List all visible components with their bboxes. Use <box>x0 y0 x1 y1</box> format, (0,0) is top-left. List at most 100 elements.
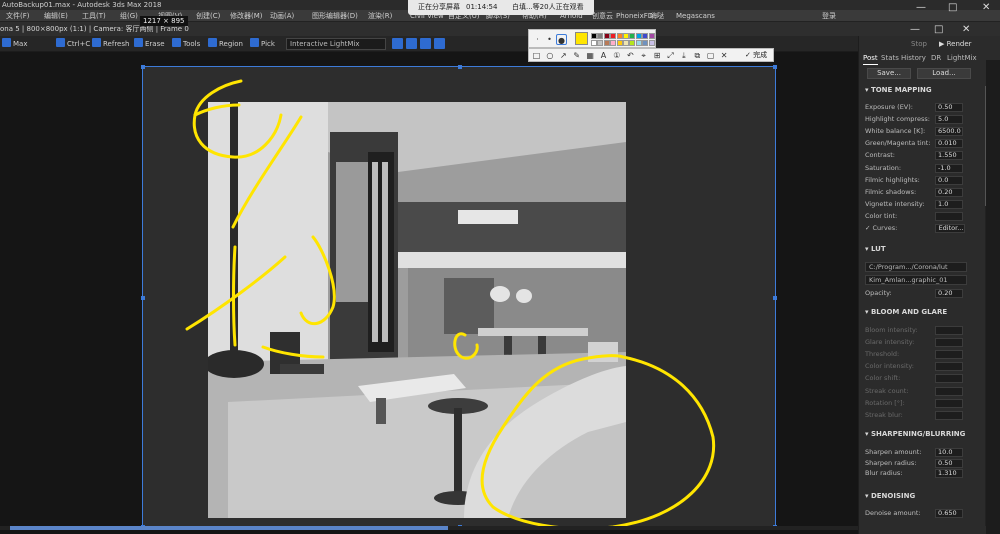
menu-item[interactable]: 文件(F) <box>6 10 30 22</box>
erase-button[interactable]: Erase <box>134 38 165 50</box>
menu-item[interactable]: 渲染(R) <box>368 10 392 22</box>
lut-path-field[interactable]: C:/Program.../Corona/lut <box>865 262 967 272</box>
color-swatch[interactable] <box>591 33 597 39</box>
tools-button[interactable]: Tools <box>172 38 200 50</box>
color-swatch[interactable] <box>648 33 655 39</box>
menu-item[interactable]: 创建(C) <box>196 10 220 22</box>
setting-value-field[interactable] <box>935 374 963 384</box>
horizontal-scrollbar[interactable] <box>0 526 858 530</box>
curves-editor-button[interactable]: Editor... <box>935 224 965 233</box>
setting-value-field[interactable] <box>935 386 963 396</box>
zoom-in-icon[interactable] <box>392 38 403 49</box>
maximize-button[interactable]: □ <box>948 2 957 13</box>
text-icon[interactable]: A <box>598 50 609 61</box>
sharpening-header[interactable]: ▾ SHARPENING/BLURRING <box>865 430 965 438</box>
lut-header[interactable]: ▾ LUT <box>865 245 886 253</box>
menu-item[interactable]: 组(G) <box>120 10 138 22</box>
setting-value-field[interactable] <box>935 410 963 420</box>
load-preset-button[interactable]: Load... <box>917 68 971 79</box>
setting-value-field[interactable] <box>935 326 963 335</box>
tab-lightmix[interactable]: LightMix <box>947 52 977 64</box>
stop-button[interactable]: Stop <box>911 38 927 50</box>
curves-checkbox-label[interactable]: ✓ Curves: <box>865 223 897 234</box>
zoom-1to1-icon[interactable] <box>434 38 445 49</box>
color-swatch[interactable] <box>623 40 629 46</box>
color-swatch[interactable] <box>597 33 604 39</box>
setting-value-field[interactable]: 0.50 <box>935 103 963 112</box>
setting-value-field[interactable]: 6500.0 <box>935 127 963 137</box>
bloom-glare-header[interactable]: ▾ BLOOM AND GLARE <box>865 308 947 316</box>
rect-icon[interactable]: □ <box>531 50 542 61</box>
setting-value-field[interactable]: -1.0 <box>935 163 963 173</box>
setting-value-field[interactable]: 0.010 <box>935 139 963 149</box>
share-icon[interactable]: ⤢ <box>665 50 676 61</box>
setting-value-field[interactable]: 0.50 <box>935 458 963 468</box>
save-preset-button[interactable]: Save... <box>867 68 911 79</box>
color-swatch[interactable] <box>635 33 642 39</box>
tab-dr[interactable]: DR <box>931 52 941 64</box>
pin-icon[interactable]: ⌖ <box>638 50 649 61</box>
setting-value-field[interactable]: 0.0 <box>935 175 963 185</box>
menu-item[interactable]: 修改器(M) <box>230 10 263 22</box>
color-swatch[interactable] <box>610 40 617 46</box>
menu-item[interactable]: 创意云 <box>592 10 613 22</box>
color-swatch[interactable] <box>616 33 623 39</box>
setting-value-field[interactable]: 10.0 <box>935 448 963 457</box>
setting-value-field[interactable]: 0.20 <box>935 187 963 197</box>
arrow-icon[interactable]: ↗ <box>558 50 569 61</box>
done-button[interactable]: ✓ 完成 <box>745 50 767 61</box>
color-swatch[interactable] <box>597 40 604 46</box>
ocr-icon[interactable]: ⊞ <box>652 50 663 61</box>
color-swatch[interactable] <box>591 40 597 46</box>
close-button[interactable]: ✕ <box>982 2 990 13</box>
color-swatch[interactable] <box>610 33 617 39</box>
tab-post[interactable]: Post <box>863 52 878 65</box>
menu-item[interactable]: 动画(A) <box>270 10 294 22</box>
setting-value-field[interactable] <box>935 338 963 348</box>
active-color-swatch[interactable] <box>575 32 588 45</box>
vfb-minimize-button[interactable]: — <box>910 24 920 35</box>
undo-icon[interactable]: ↶ <box>625 50 636 61</box>
login-button[interactable]: 登录 <box>822 10 836 22</box>
render-viewport[interactable] <box>0 52 858 534</box>
color-swatch[interactable] <box>603 33 610 39</box>
render-frame[interactable] <box>141 65 777 529</box>
menu-item[interactable]: 工具(T) <box>82 10 106 22</box>
setting-value-field[interactable] <box>935 362 963 372</box>
save-file-icon[interactable]: ▢ <box>705 50 716 61</box>
menu-item[interactable]: PhoneixFD <box>616 10 653 22</box>
setting-value-field[interactable] <box>935 398 963 408</box>
tab-history[interactable]: History <box>901 52 926 64</box>
pen-icon[interactable]: ✎ <box>571 50 582 61</box>
copy-button[interactable]: Ctrl+C <box>56 38 90 50</box>
color-swatch[interactable] <box>623 33 629 39</box>
color-swatch[interactable] <box>635 40 642 46</box>
small-brush-icon[interactable]: · <box>532 34 543 45</box>
color-swatch[interactable] <box>629 33 636 39</box>
color-swatch[interactable] <box>629 40 636 46</box>
color-swatch[interactable] <box>616 40 623 46</box>
lightmix-dropdown[interactable]: Interactive LightMix <box>286 38 386 50</box>
mosaic-icon[interactable]: ▦ <box>585 50 596 61</box>
pick-button[interactable]: Pick <box>250 38 275 50</box>
minimize-button[interactable]: — <box>916 2 926 13</box>
color-swatch[interactable] <box>642 33 649 39</box>
menu-item[interactable]: 图形编辑器(D) <box>312 10 358 22</box>
setting-value-field[interactable]: 1.550 <box>935 151 963 161</box>
vfb-maximize-button[interactable]: □ <box>934 24 943 35</box>
setting-value-field[interactable]: 1.0 <box>935 199 963 209</box>
setting-value-field[interactable]: 0.650 <box>935 509 963 518</box>
medium-brush-icon[interactable]: • <box>544 34 555 45</box>
menu-item[interactable]: Megascans <box>676 10 715 22</box>
menu-item[interactable]: 编辑(E) <box>44 10 68 22</box>
zoom-out-icon[interactable] <box>406 38 417 49</box>
lut-opacity-field[interactable]: 0.20 <box>935 289 963 298</box>
tab-stats[interactable]: Stats <box>881 52 899 64</box>
ellipse-icon[interactable]: ○ <box>544 50 555 61</box>
render-button[interactable]: ▶ Render <box>939 38 972 50</box>
scroll-thumb[interactable] <box>10 526 448 530</box>
lut-file-dropdown[interactable]: Kim_Amlan...graphic_01 <box>865 275 967 285</box>
vfb-close-button[interactable]: ✕ <box>962 24 970 35</box>
save-to-max-button[interactable]: Max <box>2 38 27 50</box>
cancel-icon[interactable]: ✕ <box>719 50 730 61</box>
